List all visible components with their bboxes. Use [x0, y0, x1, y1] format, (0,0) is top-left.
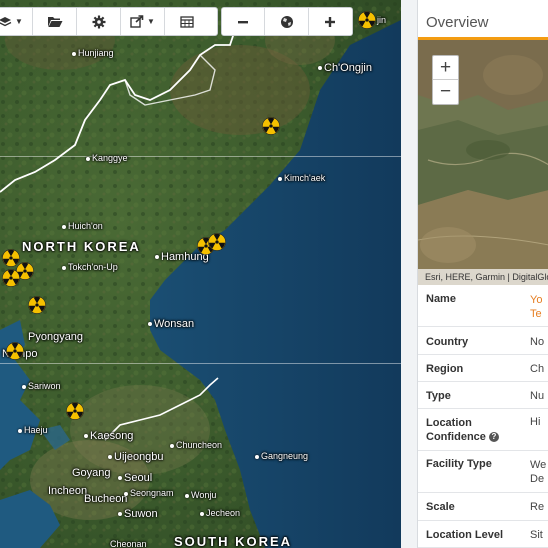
- detail-label: Region: [426, 363, 464, 375]
- detail-row-region: Region Ch: [418, 355, 548, 382]
- detail-value-line[interactable]: Te: [530, 307, 542, 321]
- detail-label: Location Confidence?: [418, 416, 530, 450]
- place-label: Gangneung: [255, 451, 308, 461]
- detail-row-scale: Scale Re: [418, 493, 548, 521]
- caret-down-icon: ▼: [147, 17, 155, 26]
- graticule-line: [0, 363, 401, 364]
- place-label: Pyongyang: [28, 331, 84, 343]
- place-label: Seongnam: [124, 488, 174, 498]
- place-label: Seoul: [118, 472, 152, 484]
- radiation-icon[interactable]: [208, 233, 226, 251]
- share-button[interactable]: ▼: [121, 8, 165, 35]
- overview-title: Overview: [418, 0, 548, 40]
- detail-label: Name: [426, 293, 456, 305]
- detail-value: Sit: [530, 529, 543, 541]
- country-label-south-korea: SOUTH KOREA: [174, 534, 293, 548]
- settings-button[interactable]: [77, 8, 121, 35]
- detail-value: We De: [530, 458, 546, 492]
- detail-row-location-level: Location Level Sit: [418, 521, 548, 548]
- place-label: Suwon: [118, 508, 158, 520]
- gear-icon: [92, 15, 105, 28]
- open-folder-button[interactable]: [33, 8, 77, 35]
- country-label-north-korea: NORTH KOREA: [22, 239, 141, 254]
- caret-down-icon: ▼: [15, 17, 23, 26]
- detail-label: Location Level: [426, 529, 504, 541]
- layers-icon: [0, 16, 12, 26]
- detail-label: Scale: [426, 501, 455, 513]
- place-label: Sariwon: [22, 381, 61, 391]
- place-label: Chuncheon: [170, 440, 222, 450]
- overview-zoom-in-button[interactable]: +: [433, 56, 458, 80]
- minus-icon: [238, 20, 249, 23]
- overview-map[interactable]: + − Esri, HERE, Garmin | DigitalGlobe: [418, 40, 548, 285]
- satellite-basemap: [0, 0, 401, 548]
- detail-label: Country: [426, 336, 469, 348]
- overview-zoom-out-button[interactable]: −: [433, 80, 458, 104]
- detail-label-line: Confidence: [426, 431, 486, 443]
- help-icon[interactable]: ?: [488, 432, 499, 443]
- detail-value: Ch: [530, 363, 545, 375]
- place-label: Uijeongbu: [108, 451, 164, 463]
- overview-zoom-control: + −: [432, 55, 459, 105]
- place-label: Bucheon: [84, 493, 128, 505]
- place-label: Goyang: [72, 467, 111, 479]
- detail-value[interactable]: Yo Te: [530, 293, 542, 326]
- detail-label: Type: [426, 390, 451, 402]
- detail-row-facility-type: Facility Type We De: [418, 451, 548, 493]
- place-label: Ch'Ongjin: [318, 62, 372, 74]
- radiation-icon[interactable]: [6, 342, 24, 360]
- place-label: Kaesong: [84, 430, 133, 442]
- place-label: Cheonan: [110, 539, 147, 548]
- radiation-icon[interactable]: [262, 117, 280, 135]
- detail-value-line: De: [530, 473, 545, 485]
- graticule-line: [0, 156, 401, 157]
- detail-value: Re: [530, 501, 545, 513]
- place-label: Haeju: [18, 425, 48, 435]
- zoom-in-button[interactable]: [308, 8, 352, 35]
- detail-value-line: We: [530, 459, 547, 471]
- layers-button[interactable]: ▼: [0, 8, 33, 35]
- detail-row-type: Type Nu: [418, 382, 548, 409]
- radiation-icon[interactable]: [358, 11, 376, 29]
- detail-label: Facility Type: [426, 458, 492, 470]
- place-label: Kimch'aek: [278, 173, 325, 183]
- detail-label-line: Location: [426, 417, 472, 429]
- detail-value: Hi: [530, 416, 541, 428]
- folder-open-icon: [47, 16, 62, 27]
- map-view[interactable]: Hunjiang Ch'Ongjin Kanggye Kimch'aek Hui…: [0, 0, 401, 548]
- detail-value: No: [530, 336, 545, 348]
- detail-row-location-confidence: Location Confidence? Hi: [418, 409, 548, 451]
- table-icon: [180, 15, 194, 28]
- radiation-icon[interactable]: [66, 402, 84, 420]
- zoom-toolbar: [221, 7, 353, 36]
- place-label: Incheon: [48, 485, 88, 497]
- globe-icon: [280, 15, 293, 28]
- map-toolbar: ▼ ▼: [0, 7, 218, 36]
- detail-value-line[interactable]: Yo: [530, 293, 542, 307]
- share-icon: [130, 15, 144, 28]
- radiation-icon[interactable]: [2, 269, 20, 287]
- place-label: Wonsan: [148, 318, 194, 330]
- detail-row-name: Name Yo Te: [418, 285, 548, 327]
- radiation-icon[interactable]: [28, 296, 46, 314]
- detail-value: Nu: [530, 390, 545, 402]
- place-label: Kanggye: [86, 153, 128, 163]
- panel-gutter: [401, 0, 417, 548]
- zoom-out-button[interactable]: [222, 8, 266, 35]
- overview-card: Overview + − Esri, HERE, Garmin | Digita…: [417, 0, 548, 548]
- map-attribution: Esri, HERE, Garmin | DigitalGlobe: [418, 269, 548, 285]
- globe-button[interactable]: [265, 8, 309, 35]
- place-label: jin: [377, 15, 387, 25]
- table-button[interactable]: [165, 8, 209, 35]
- place-label: Tokch'on-Up: [62, 262, 118, 272]
- place-label: Wonju: [185, 490, 216, 500]
- place-label: Jecheon: [200, 508, 240, 518]
- place-label: Huich'on: [62, 221, 103, 231]
- plus-icon: [325, 16, 336, 27]
- detail-row-country: Country No: [418, 327, 548, 355]
- place-label: Hunjiang: [72, 48, 114, 58]
